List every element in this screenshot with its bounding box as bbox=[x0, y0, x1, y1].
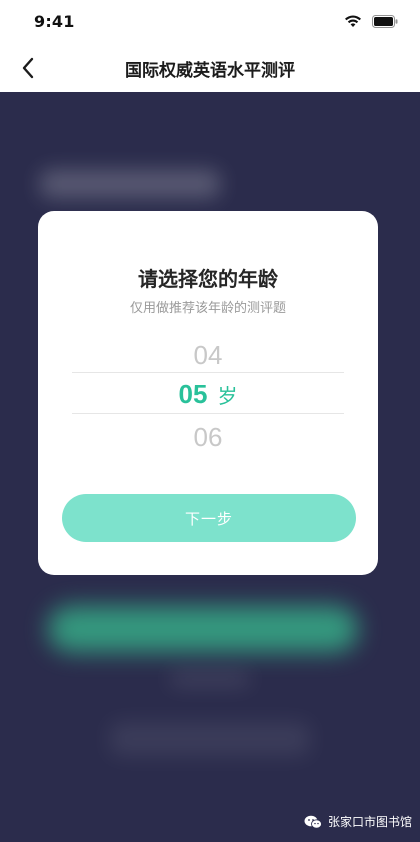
picker-divider-top bbox=[72, 372, 344, 373]
selected-age-value: 05 bbox=[178, 379, 208, 409]
status-bar: 9:41 bbox=[0, 0, 420, 44]
dialog-title: 请选择您的年龄 bbox=[138, 267, 278, 291]
watermark: 张家口市图书馆 bbox=[304, 813, 412, 830]
blurred-start-button bbox=[48, 606, 358, 652]
picker-option-selected[interactable]: 05 岁 bbox=[38, 379, 378, 410]
next-step-button[interactable]: 下一步 bbox=[62, 494, 356, 542]
picker-divider-bottom bbox=[72, 413, 344, 414]
header: 9:41 国际权威英语水平测评 bbox=[0, 0, 420, 92]
wechat-icon bbox=[304, 815, 322, 829]
app-screen: 9:41 国际权威英语水平测评 请选择您的年龄 仅用做推荐该年龄的测评题 04 … bbox=[0, 0, 420, 842]
battery-icon bbox=[372, 14, 398, 28]
status-icons bbox=[344, 14, 398, 28]
blurred-heading bbox=[40, 170, 220, 198]
page-title: 国际权威英语水平测评 bbox=[125, 61, 295, 81]
picker-option-next[interactable]: 06 bbox=[38, 422, 378, 453]
nav-bar: 国际权威英语水平测评 bbox=[0, 44, 420, 92]
blurred-caption bbox=[170, 672, 250, 686]
dialog-subtitle: 仅用做推荐该年龄的测评题 bbox=[129, 301, 286, 316]
blurred-footer bbox=[110, 722, 310, 756]
status-time: 9:41 bbox=[34, 12, 75, 31]
wifi-icon bbox=[345, 15, 361, 27]
picker-option-previous[interactable]: 04 bbox=[38, 340, 378, 371]
age-select-dialog: 请选择您的年龄 仅用做推荐该年龄的测评题 04 05 岁 06 下一步 bbox=[38, 211, 378, 575]
watermark-text: 张家口市图书馆 bbox=[327, 815, 412, 829]
age-unit-label: 岁 bbox=[217, 386, 238, 408]
